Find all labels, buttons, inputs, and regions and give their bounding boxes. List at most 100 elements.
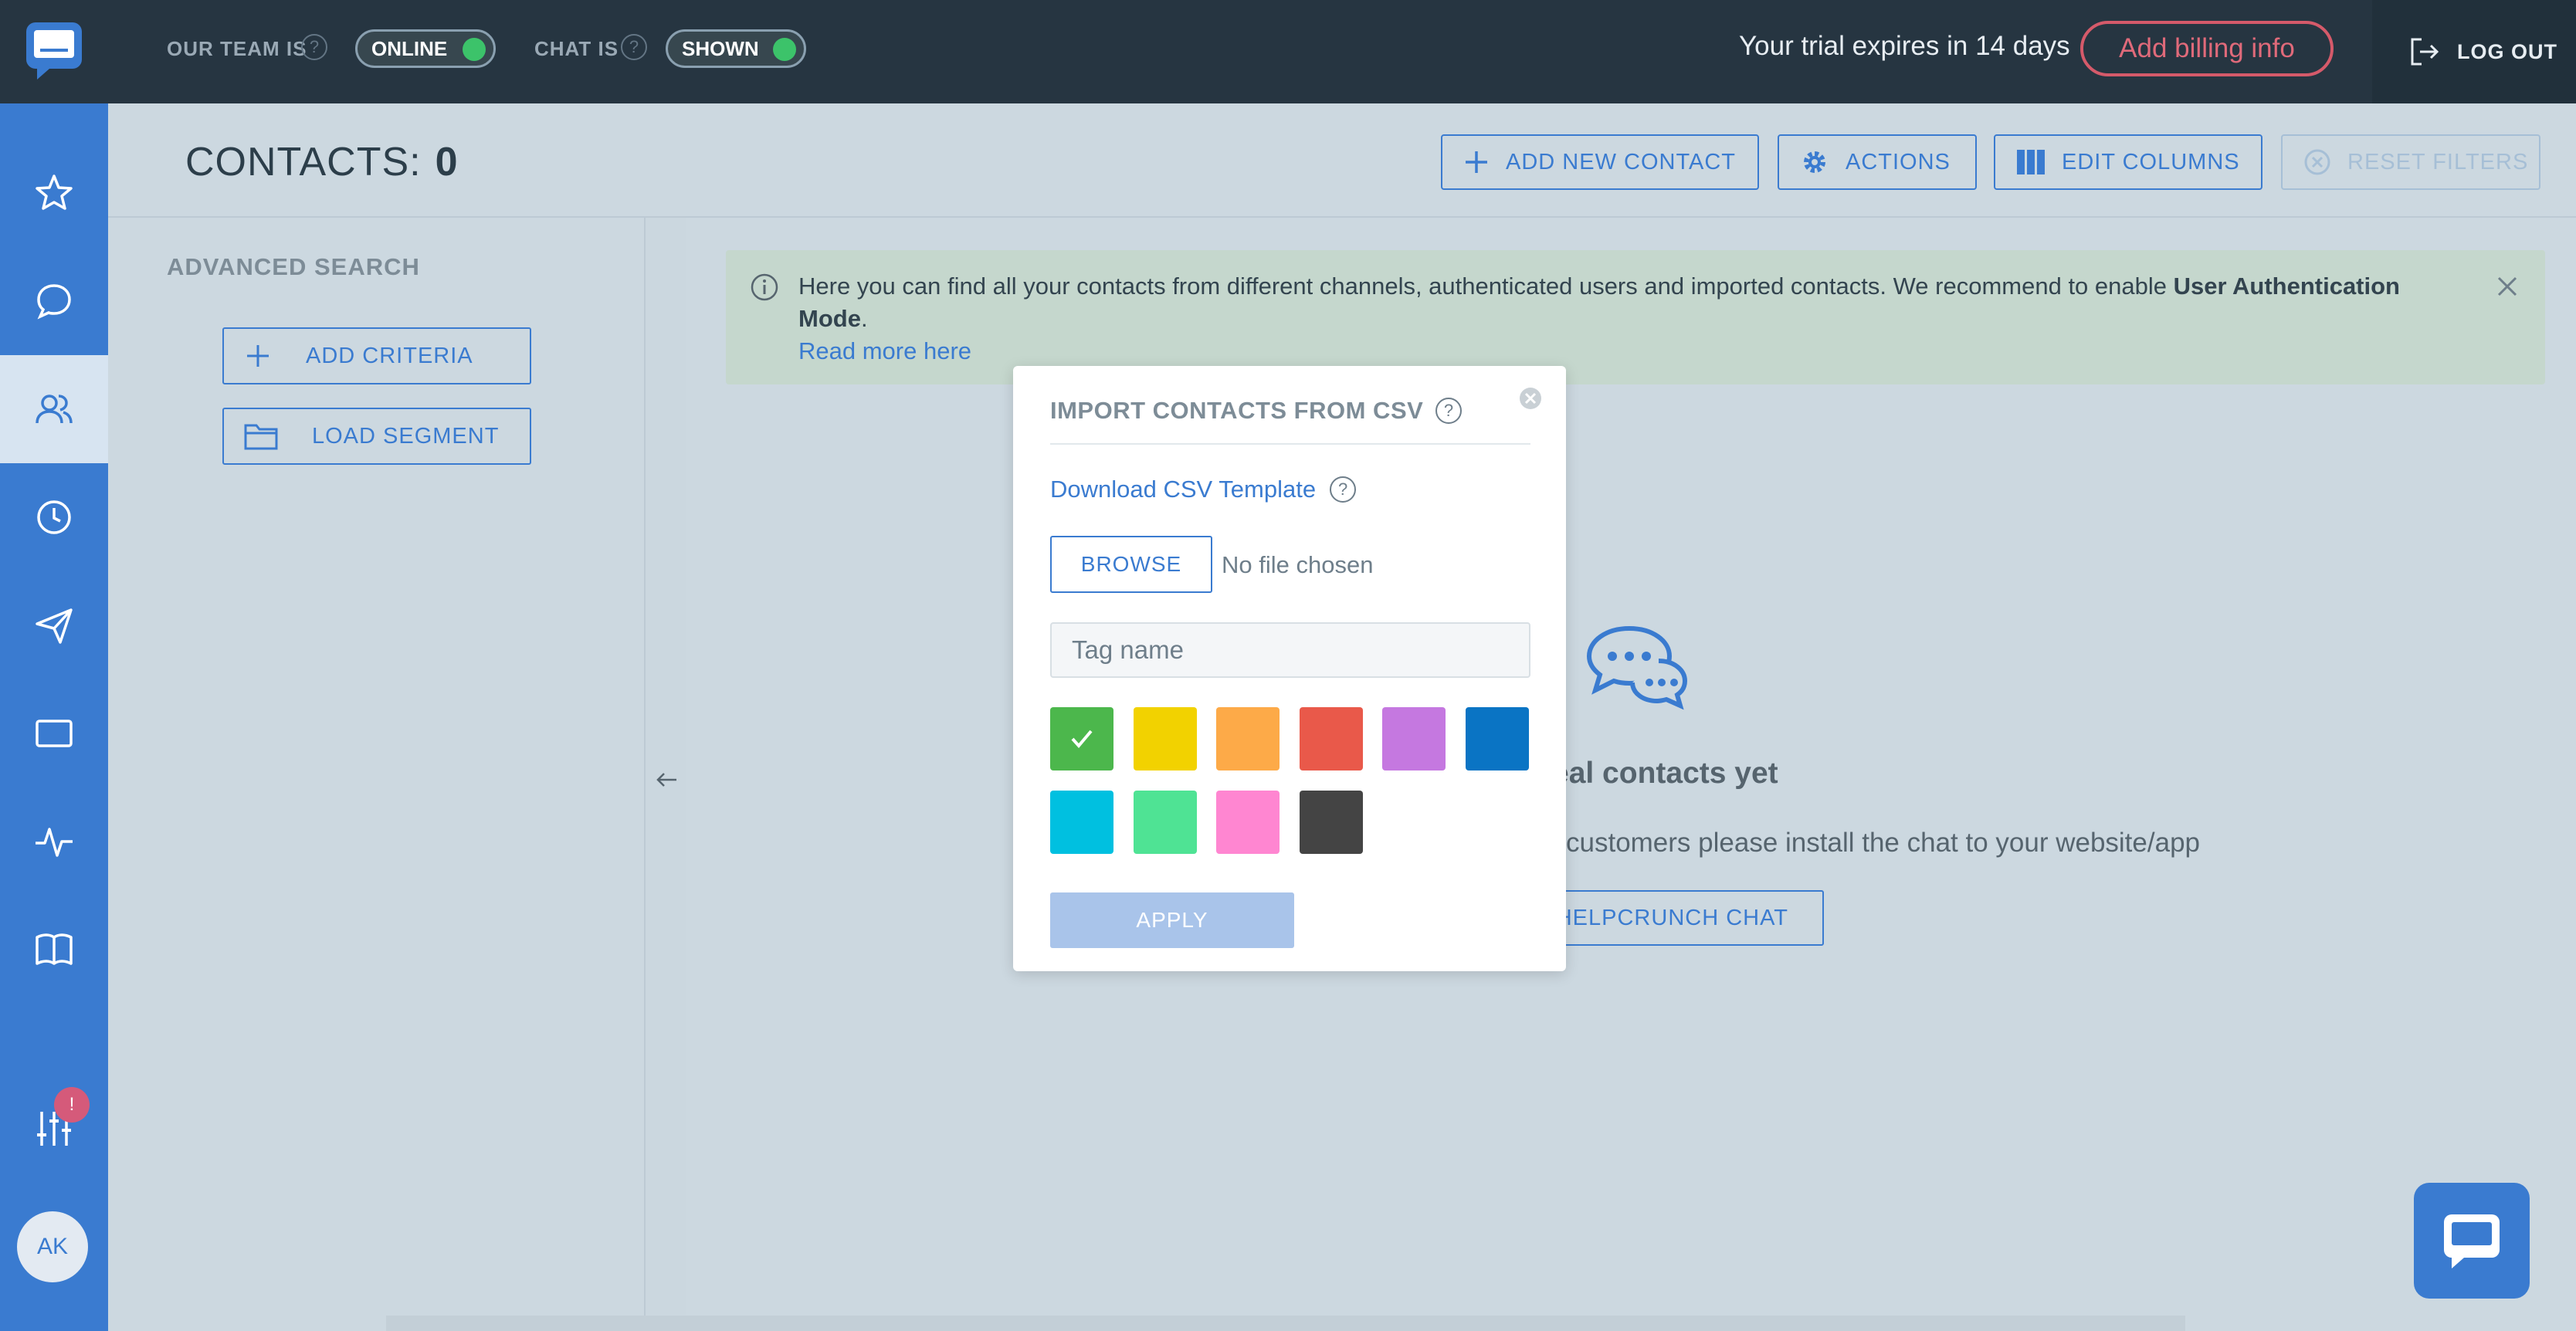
clock-icon	[37, 500, 71, 534]
tag-name-input[interactable]	[1050, 622, 1530, 678]
book-icon	[36, 933, 73, 965]
contacts-icon	[36, 395, 73, 424]
edit-columns-label: EDIT COLUMNS	[2062, 149, 2240, 174]
chat-bubbles-icon	[1586, 625, 1688, 710]
contacts-count: 0	[435, 140, 459, 185]
color-swatch[interactable]	[1465, 707, 1529, 770]
status-dot	[463, 38, 486, 61]
folder-icon	[244, 424, 278, 450]
trial-notice: Your trial expires in 14 days	[1739, 31, 2070, 61]
check-icon	[1071, 730, 1093, 749]
notification-badge: !	[54, 1087, 90, 1123]
actions-label: ACTIONS	[1846, 149, 1951, 174]
page-title: CONTACTS: 0	[185, 139, 459, 185]
modal-help-icon[interactable]: ?	[1435, 398, 1463, 424]
info-icon	[751, 273, 778, 301]
sidebar-item-messages[interactable]	[0, 571, 108, 679]
reset-icon	[2304, 149, 2330, 175]
info-banner: Here you can find all your contacts from…	[726, 250, 2545, 384]
reset-filters-button[interactable]: RESET FILTERS	[2281, 134, 2540, 190]
chat-status-value: SHOWN	[682, 36, 759, 60]
team-status-value: ONLINE	[371, 36, 448, 60]
logout-button[interactable]: LOG OUT	[2372, 0, 2576, 103]
download-template-link[interactable]: Download CSV Template ?	[1050, 476, 1357, 503]
sidebar-item-settings[interactable]	[0, 1075, 108, 1183]
info-banner-text: Here you can find all your contacts from…	[798, 270, 2443, 367]
close-banner-icon[interactable]	[2494, 273, 2520, 300]
advanced-search-panel: ADVANCED SEARCH ADD CRITERIA LOAD SEGMEN…	[108, 218, 646, 1331]
status-dot	[773, 38, 796, 61]
add-criteria-label: ADD CRITERIA	[306, 343, 473, 368]
gear-icon	[1804, 151, 1825, 173]
info-text-before: Here you can find all your contacts from…	[798, 273, 2174, 300]
read-more-link[interactable]: Read more here	[798, 335, 2443, 367]
sidebar-item-widget[interactable]	[0, 679, 108, 787]
color-swatch[interactable]	[1050, 791, 1113, 854]
sidebar-item-chats[interactable]	[0, 247, 108, 355]
color-swatch[interactable]	[1216, 791, 1280, 854]
sidebar-item-knowledge-base[interactable]	[0, 896, 108, 1004]
install-chat-button[interactable]: L HELPCRUNCH CHAT	[1521, 890, 1824, 946]
load-segment-label: LOAD SEGMENT	[312, 423, 500, 449]
modal-divider	[1050, 443, 1530, 445]
window-icon	[36, 720, 73, 747]
app-logo[interactable]	[0, 0, 108, 103]
team-help-icon[interactable]: ?	[301, 34, 327, 60]
color-swatch[interactable]	[1382, 707, 1446, 770]
add-new-contact-label: ADD NEW CONTACT	[1506, 149, 1737, 174]
chat-widget-icon	[2444, 1214, 2500, 1268]
actions-button[interactable]: ACTIONS	[1778, 134, 1977, 190]
team-online-toggle[interactable]: ONLINE	[355, 29, 496, 68]
modal-title-text: IMPORT CONTACTS FROM CSV	[1050, 397, 1424, 424]
team-status-label: OUR TEAM IS	[167, 37, 307, 60]
color-swatch[interactable]	[1133, 707, 1197, 770]
sidebar-item-history[interactable]	[0, 463, 108, 571]
plus-icon	[1466, 151, 1487, 173]
browse-button[interactable]: BROWSE	[1050, 536, 1212, 593]
modal-title: IMPORT CONTACTS FROM CSV ?	[1050, 397, 1463, 425]
info-text-after: .	[860, 305, 868, 332]
sidebar: ! AK	[0, 0, 108, 1331]
download-template-label: Download CSV Template	[1050, 476, 1317, 503]
logout-icon	[2411, 38, 2439, 66]
color-swatch[interactable]	[1133, 791, 1197, 854]
advanced-search-title: ADVANCED SEARCH	[167, 253, 420, 280]
arrow-left-icon	[656, 773, 676, 787]
chat-shown-toggle[interactable]: SHOWN	[666, 29, 806, 68]
empty-state-subtitle: customers please install the chat to you…	[1566, 828, 2200, 858]
sidebar-item-stats[interactable]	[0, 787, 108, 896]
sidebar-item-favorites[interactable]	[0, 139, 108, 247]
avatar[interactable]: AK	[17, 1211, 88, 1282]
empty-state-title: eal contacts yet	[1552, 757, 1778, 790]
close-modal-icon[interactable]	[1518, 386, 1543, 411]
chat-bubble-icon	[37, 284, 71, 320]
color-swatch[interactable]	[1299, 791, 1363, 854]
download-help-icon[interactable]: ?	[1330, 476, 1357, 503]
chat-widget-button[interactable]	[2414, 1183, 2530, 1299]
add-new-contact-button[interactable]: ADD NEW CONTACT	[1441, 134, 1759, 190]
apply-button[interactable]: APPLY	[1050, 892, 1294, 948]
collapse-panel-button[interactable]	[647, 764, 686, 795]
page-title-label: CONTACTS:	[185, 140, 422, 185]
color-swatch[interactable]	[1216, 707, 1280, 770]
edit-columns-button[interactable]: EDIT COLUMNS	[1994, 134, 2262, 190]
chat-help-icon[interactable]: ?	[621, 34, 647, 60]
color-swatch[interactable]	[1299, 707, 1363, 770]
file-status: No file chosen	[1222, 551, 1374, 578]
send-icon	[36, 608, 73, 644]
reset-filters-label: RESET FILTERS	[2347, 149, 2529, 174]
contacts-header: CONTACTS: 0 ADD NEW CONTACT ACTIONS EDIT …	[108, 103, 2576, 218]
logo-icon	[26, 22, 82, 80]
columns-icon	[2017, 150, 2045, 174]
logout-label: LOG OUT	[2457, 39, 2557, 63]
chat-status-label: CHAT IS	[534, 37, 619, 60]
color-swatch[interactable]	[1050, 707, 1113, 770]
sidebar-item-contacts[interactable]	[0, 355, 108, 463]
bottom-scrollbar	[386, 1316, 2185, 1331]
add-billing-button[interactable]: Add billing info	[2080, 21, 2334, 76]
add-criteria-button[interactable]: ADD CRITERIA	[222, 327, 531, 384]
import-csv-modal: IMPORT CONTACTS FROM CSV ? Download CSV …	[1013, 366, 1566, 971]
load-segment-button[interactable]: LOAD SEGMENT	[222, 408, 531, 465]
pulse-icon	[36, 828, 73, 857]
plus-icon	[247, 345, 269, 367]
